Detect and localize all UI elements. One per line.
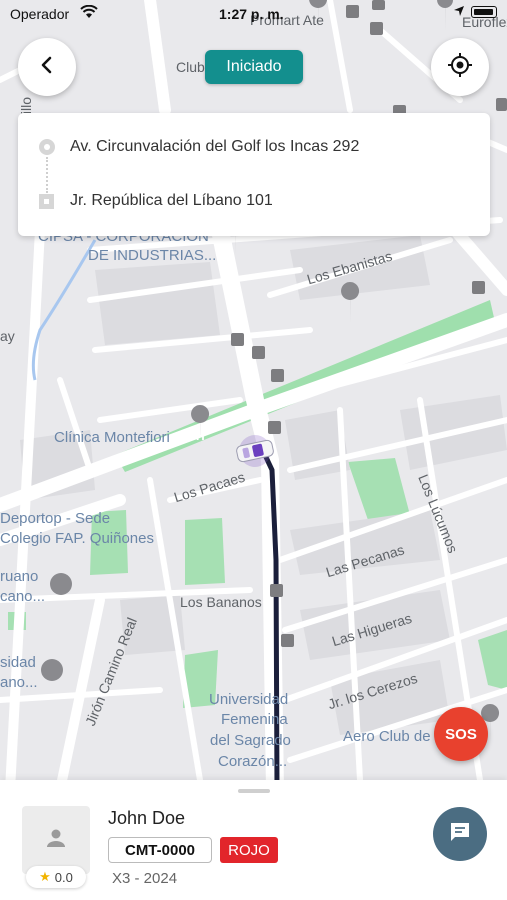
origin-address: Av. Circunvalación del Golf los Incas 29… [70, 138, 360, 155]
map-label-universidad: Universidad [209, 691, 289, 708]
map-label-sidad-2: ano... [0, 674, 38, 691]
map-label-universidad-3: del Sagrado [210, 732, 291, 749]
trip-status-badge: Iniciado [205, 50, 303, 84]
rating-value: 0.0 [54, 869, 73, 885]
destination-row[interactable]: Jr. República del Líbano 101 [18, 186, 490, 216]
star-icon: ★ [39, 869, 51, 884]
svg-text:H: H [196, 429, 205, 443]
origin-marker-icon [39, 139, 55, 155]
map-label-peruano: ruano [0, 568, 39, 585]
chat-button[interactable] [433, 807, 487, 861]
destination-marker-icon [39, 193, 54, 209]
battery-icon [471, 6, 497, 18]
map-label-aero: Aero Club de [343, 728, 431, 745]
back-button[interactable] [18, 38, 76, 96]
sos-button[interactable]: SOS [434, 707, 488, 761]
chevron-left-icon [37, 55, 57, 80]
wifi-icon [80, 4, 98, 22]
map-label-club: Club [176, 59, 205, 75]
map-label-peruano-2: cano... [0, 588, 46, 605]
my-location-button[interactable] [431, 38, 489, 96]
map-label-ay: ay [0, 328, 15, 344]
map-label-universidad-4: Corazón... [218, 753, 288, 770]
location-arrow-icon [453, 4, 465, 20]
sheet-drag-handle[interactable] [238, 789, 270, 793]
driver-name: John Doe [108, 808, 186, 828]
avatar [22, 806, 90, 874]
chat-icon [449, 821, 471, 848]
map-label-universidad-2: Femenina [221, 711, 288, 728]
map-label-cipsa-2: DE INDUSTRIAS... [88, 247, 217, 264]
map-label-deportop: Deportop - Sede [0, 510, 111, 527]
destination-address: Jr. República del Líbano 101 [70, 192, 273, 209]
origin-row[interactable]: Av. Circunvalación del Golf los Incas 29… [18, 132, 490, 162]
map-label-deportop-2: Colegio FAP. Quiñones [0, 530, 154, 547]
map-label-clinica: Clínica Montefiori [54, 429, 170, 446]
map-label-bananos: Los Bananos [180, 594, 262, 610]
status-bar: Operador 1:27 p. m. [0, 0, 507, 28]
map-label-sidad: sidad [0, 654, 36, 671]
driver-sheet: ★ 0.0 John Doe CMT-0000 ROJO X3 - 2024 [0, 780, 507, 900]
vehicle-model: X3 - 2024 [112, 870, 178, 887]
clock: 1:27 p. m. [219, 6, 284, 22]
route-card: Av. Circunvalación del Golf los Incas 29… [18, 113, 490, 236]
crosshair-icon [447, 52, 473, 83]
person-icon [45, 827, 67, 854]
carrier-label: Operador [10, 6, 70, 22]
driver-rating: ★ 0.0 [26, 866, 86, 888]
vehicle-color-badge: ROJO [220, 837, 278, 863]
license-plate: CMT-0000 [108, 837, 212, 863]
status-icons [453, 4, 497, 20]
